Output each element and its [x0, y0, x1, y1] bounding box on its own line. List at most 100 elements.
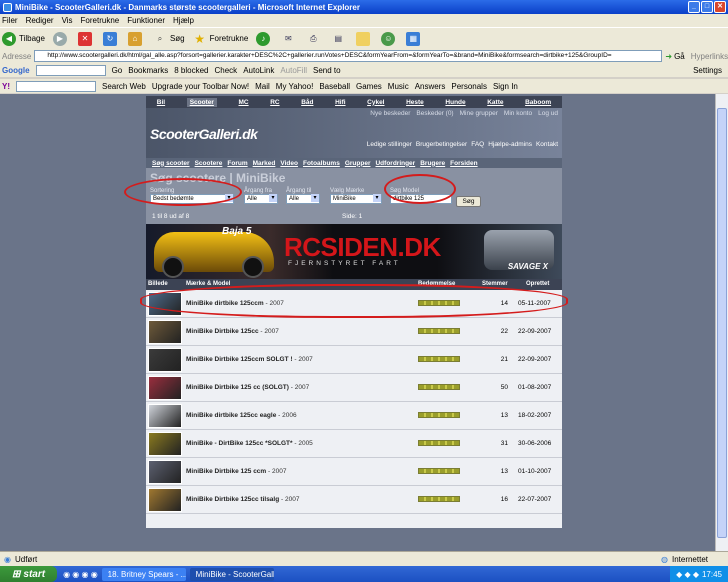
user-link-beskeder-0[interactable]: Beskeder (0) — [416, 110, 453, 117]
menu-vis[interactable]: Vis — [62, 16, 73, 25]
answers-link[interactable]: Answers — [415, 82, 446, 91]
year-to-select[interactable]: Alle — [286, 194, 320, 204]
table-row[interactable]: MiniBike Dirtbike 125 ccm - 2007 13 01-10-… — [146, 458, 562, 486]
folder-button[interactable] — [356, 31, 373, 46]
table-row[interactable]: MiniBike - DirtBike 125cc *SOLGT* - 2005… — [146, 430, 562, 458]
category-rc[interactable]: RC — [270, 99, 279, 106]
model-link[interactable]: MiniBike Dirtbike 125ccm SOLGT ! — [186, 356, 293, 363]
google-go-button[interactable]: Go — [112, 66, 123, 75]
category-heste[interactable]: Heste — [406, 99, 424, 106]
bike-thumbnail[interactable] — [148, 460, 182, 484]
category-mc[interactable]: MC — [239, 99, 249, 106]
address-input[interactable]: http://www.scootergalleri.dk/html/gal_al… — [34, 50, 663, 62]
model-name[interactable]: MiniBike Dirtbike 125 ccm - 2007 — [186, 468, 286, 475]
refresh-button[interactable]: ↻ — [102, 31, 120, 46]
user-link-mine-grupper[interactable]: Mine grupper — [460, 110, 498, 117]
menu-filer[interactable]: Filer — [2, 16, 18, 25]
stop-button[interactable]: ✕ — [77, 31, 95, 46]
sign-in-link[interactable]: Sign In — [493, 82, 518, 91]
link-brugerbetingelser[interactable]: Brugerbetingelser — [416, 141, 467, 148]
menu-funktioner[interactable]: Funktioner — [127, 16, 165, 25]
link-kontakt[interactable]: Kontakt — [536, 141, 558, 148]
back-button[interactable]: ◀ Tilbage — [2, 31, 45, 46]
category-båd[interactable]: Båd — [301, 99, 313, 106]
model-link[interactable]: MiniBike dirtbike 125cc eagle — [186, 412, 276, 419]
model-name[interactable]: MiniBike Dirtbike 125ccm SOLGT ! - 2007 — [186, 356, 313, 363]
autolink-button[interactable]: AutoLink — [243, 66, 274, 75]
category-baboom[interactable]: Baboom — [525, 99, 551, 106]
search-web-button[interactable]: Search Web — [102, 82, 146, 91]
nav-søg-scooter[interactable]: Søg scooter — [152, 160, 190, 167]
link-hjælpe-admins[interactable]: Hjælpe-admins — [488, 141, 532, 148]
nav-udfordringer[interactable]: Udfordringer — [375, 160, 415, 167]
tray-icons[interactable]: ◆ ◆ ◆ — [676, 570, 699, 579]
model-name[interactable]: MiniBike Dirtbike 125 cc (SOLGT) - 2007 — [186, 384, 309, 391]
start-button[interactable]: ⊞ start — [0, 566, 58, 582]
settings-button[interactable]: Settings — [693, 66, 722, 75]
go-button[interactable]: Gå — [674, 52, 685, 61]
edit-button[interactable]: ▤ — [331, 31, 348, 46]
nav-forsiden[interactable]: Forsiden — [450, 160, 477, 167]
model-name[interactable]: MiniBike - DirtBike 125cc *SOLGT* - 2005 — [186, 440, 313, 447]
user-link-nye-beskeder[interactable]: Nye beskeder — [370, 110, 410, 117]
rcsiden-banner[interactable]: Baja 5 RCSIDEN.DK FJERNSTYRET FART SAVAG… — [146, 224, 562, 279]
site-logo[interactable]: ScooterGalleri.dk — [150, 126, 258, 142]
table-row[interactable]: MiniBike Dirtbike 125cc tilsalg - 2007 16… — [146, 486, 562, 514]
nav-forum[interactable]: Forum — [227, 160, 247, 167]
close-button[interactable]: ✕ — [714, 1, 726, 13]
sendto-button[interactable]: Send to — [313, 66, 341, 75]
bike-thumbnail[interactable] — [148, 348, 182, 372]
task-minibike[interactable]: MiniBike - ScooterGall... — [189, 567, 274, 581]
messenger-button[interactable]: ☺ — [381, 31, 398, 46]
bike-thumbnail[interactable] — [148, 432, 182, 456]
favorites-button[interactable]: ★ Foretrukne — [192, 31, 248, 46]
model-link[interactable]: MiniBike - DirtBike 125cc *SOLGT* — [186, 440, 293, 447]
link-faq[interactable]: FAQ — [471, 141, 484, 148]
menu-hjaelp[interactable]: Hjælp — [173, 16, 194, 25]
model-link[interactable]: MiniBike Dirtbike 125cc tilsalg — [186, 496, 279, 503]
research-button[interactable]: ▦ — [406, 31, 423, 46]
vertical-scrollbar[interactable] — [715, 94, 728, 551]
bike-thumbnail[interactable] — [148, 488, 182, 512]
mail-button[interactable]: ✉ — [281, 31, 298, 46]
mail-link[interactable]: Mail — [255, 82, 270, 91]
print-button[interactable]: ⎙ — [306, 31, 323, 46]
model-link[interactable]: MiniBike Dirtbike 125 cc (SOLGT) — [186, 384, 289, 391]
link-ledige-stillinger[interactable]: Ledige stillinger — [367, 141, 412, 148]
search-submit-button[interactable]: Søg — [456, 196, 481, 207]
user-link-log-ud[interactable]: Log ud — [538, 110, 558, 117]
nav-brugere[interactable]: Brugere — [420, 160, 445, 167]
brand-select[interactable]: MiniBike — [330, 194, 382, 204]
my-yahoo-link[interactable]: My Yahoo! — [276, 82, 314, 91]
nav-video[interactable]: Video — [280, 160, 298, 167]
model-name[interactable]: MiniBike Dirtbike 125cc tilsalg - 2007 — [186, 496, 299, 503]
check-button[interactable]: Check — [215, 66, 238, 75]
table-row[interactable]: MiniBike dirtbike 125cc eagle - 2006 13 18… — [146, 402, 562, 430]
category-scooter[interactable]: Scooter — [186, 97, 217, 107]
baseball-link[interactable]: Baseball — [319, 82, 350, 91]
search-button[interactable]: ⌕ Søg — [152, 31, 185, 46]
bike-thumbnail[interactable] — [148, 376, 182, 400]
model-name[interactable]: MiniBike dirtbike 125cc eagle - 2006 — [186, 412, 297, 419]
category-katte[interactable]: Katte — [487, 99, 503, 106]
yahoo-search-input[interactable] — [16, 80, 96, 92]
scrollbar-thumb[interactable] — [717, 108, 727, 538]
category-hifi[interactable]: Hifi — [335, 99, 345, 106]
quicklaunch-icons[interactable]: ◉ ◉ ◉ ◉ — [63, 570, 98, 579]
nav-fotoalbums[interactable]: Fotoalbums — [303, 160, 340, 167]
table-row[interactable]: MiniBike Dirtbike 125 cc (SOLGT) - 2007 5… — [146, 374, 562, 402]
nav-marked[interactable]: Marked — [253, 160, 276, 167]
category-hunde[interactable]: Hunde — [445, 99, 465, 106]
table-row[interactable]: MiniBike Dirtbike 125cc - 2007 22 22-09-20… — [146, 318, 562, 346]
home-button[interactable]: ⌂ — [127, 31, 145, 46]
google-search-input[interactable] — [35, 64, 106, 76]
minimize-button[interactable]: _ — [688, 1, 700, 13]
model-link[interactable]: MiniBike Dirtbike 125 ccm — [186, 468, 266, 475]
games-link[interactable]: Games — [356, 82, 382, 91]
category-cykel[interactable]: Cykel — [367, 99, 384, 106]
autofill-button[interactable]: AutoFill — [280, 66, 307, 75]
music-link[interactable]: Music — [388, 82, 409, 91]
maximize-button[interactable]: □ — [701, 1, 713, 13]
task-britney[interactable]: 18. Britney Spears - ... — [101, 567, 186, 581]
bike-thumbnail[interactable] — [148, 404, 182, 428]
